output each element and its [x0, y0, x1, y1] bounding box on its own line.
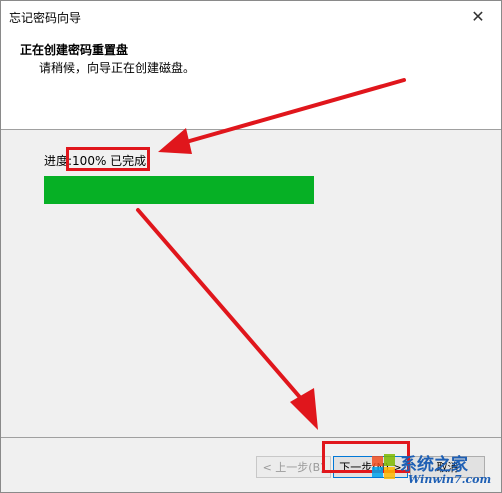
back-button[interactable]: < 上一步(B) [256, 456, 331, 478]
next-button[interactable]: 下一步(N) > [333, 456, 408, 478]
title-bar: 忘记密码向导 ✕ [1, 1, 501, 31]
window-title: 忘记密码向导 [9, 11, 82, 25]
progress-label: 进度:100% 已完成 [44, 152, 146, 169]
progress-prefix: 进度: [44, 154, 73, 168]
close-button[interactable]: ✕ [455, 1, 501, 31]
page-title: 正在创建密码重置盘 [20, 43, 129, 57]
progress-bar-fill [44, 176, 314, 204]
wizard-body: 进度:100% 已完成 [1, 130, 501, 437]
password-wizard-window: 忘记密码向导 ✕ 正在创建密码重置盘 请稍候，向导正在创建磁盘。 进度:100%… [0, 0, 502, 493]
close-icon: ✕ [471, 6, 485, 26]
progress-bar [44, 176, 314, 204]
wizard-header: 正在创建密码重置盘 请稍候，向导正在创建磁盘。 [1, 31, 501, 129]
progress-status: 100% 已完成 [72, 154, 147, 168]
wizard-footer: < 上一步(B) 下一步(N) > 取消 [1, 438, 501, 492]
page-subtitle: 请稍候，向导正在创建磁盘。 [39, 61, 196, 75]
cancel-button[interactable]: 取消 [410, 456, 485, 478]
